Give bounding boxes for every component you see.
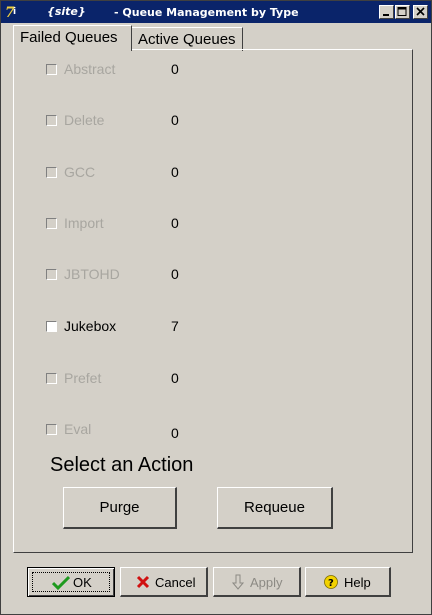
queue-count: 7: [171, 318, 179, 334]
ok-button[interactable]: OK: [27, 567, 115, 597]
close-icon: [416, 7, 425, 16]
queue-label: JBTOHD: [64, 266, 120, 282]
queue-label: Import: [64, 215, 104, 231]
queue-count: 0: [171, 215, 179, 231]
cancel-label: Cancel: [155, 575, 196, 590]
jukebox-checkbox[interactable]: [46, 321, 57, 332]
queue-row-prefet: Prefet 0: [46, 370, 196, 390]
queue-row-eval: Eval 0: [46, 421, 196, 441]
abstract-checkbox[interactable]: [46, 64, 57, 75]
maximize-icon: [397, 7, 407, 16]
minimize-icon: [383, 14, 389, 16]
queue-label: Jukebox: [64, 318, 117, 334]
queue-row-import: Import 0: [46, 215, 196, 235]
queue-row-abstract: Abstract 0: [46, 61, 196, 81]
tab-active-queues-label: Active Queues: [138, 31, 236, 48]
queue-row-jbtohd: JBTOHD 0: [46, 266, 196, 286]
tab-active-queues[interactable]: Active Queues: [132, 27, 243, 51]
queue-count: 0: [171, 425, 179, 441]
maximize-button[interactable]: [395, 5, 410, 19]
checkmark-icon: [52, 575, 70, 590]
prefet-checkbox[interactable]: [46, 373, 57, 384]
svg-text:i: i: [13, 7, 16, 17]
import-checkbox[interactable]: [46, 218, 57, 229]
jbtohd-checkbox[interactable]: [46, 269, 57, 280]
cancel-x-icon: [136, 575, 150, 589]
purge-button[interactable]: Purge: [63, 487, 177, 529]
delete-checkbox[interactable]: [46, 115, 57, 126]
queue-row-gcc: GCC 0: [46, 164, 196, 184]
window-title: - Queue Management by Type: [114, 6, 299, 19]
queue-label: Delete: [64, 112, 105, 128]
apply-button[interactable]: Apply: [213, 567, 301, 597]
tab-failed-queues[interactable]: Failed Queues: [13, 25, 132, 51]
minimize-button[interactable]: [379, 5, 394, 19]
title-bar[interactable]: 7 i {site} - Queue Management by Type: [1, 1, 431, 23]
tab-failed-queues-label: Failed Queues: [20, 29, 118, 46]
queue-count: 0: [171, 164, 179, 180]
requeue-button[interactable]: Requeue: [217, 487, 333, 529]
action-heading: Select an Action: [50, 454, 194, 476]
apply-arrow-icon: [232, 574, 244, 590]
failed-queues-panel: Abstract 0 Delete 0 GCC 0 Import 0 JBTOH…: [13, 49, 413, 553]
queue-label: Abstract: [64, 61, 116, 77]
gcc-checkbox[interactable]: [46, 167, 57, 178]
site-name: {site}: [47, 5, 86, 18]
help-question-icon: ?: [324, 575, 338, 589]
help-label: Help: [344, 575, 371, 590]
queue-row-delete: Delete 0: [46, 112, 196, 132]
queue-row-jukebox: Jukebox 7: [46, 318, 196, 338]
svg-text:?: ?: [328, 578, 334, 589]
eval-checkbox[interactable]: [46, 424, 57, 435]
ok-label: OK: [73, 575, 92, 590]
queue-label: GCC: [64, 164, 96, 180]
queue-label: Prefet: [64, 370, 102, 386]
dialog-window: 7 i {site} - Queue Management by Type Fa…: [0, 0, 432, 615]
app-logo-icon: 7 i: [4, 4, 20, 20]
cancel-button[interactable]: Cancel: [120, 567, 208, 597]
queue-count: 0: [171, 266, 179, 282]
queue-count: 0: [171, 61, 179, 77]
help-button[interactable]: ? Help: [305, 567, 391, 597]
close-button[interactable]: [413, 5, 428, 19]
focus-rectangle: [32, 572, 110, 592]
queue-count: 0: [171, 112, 179, 128]
queue-label: Eval: [64, 421, 92, 437]
queue-count: 0: [171, 370, 179, 386]
apply-label: Apply: [250, 575, 283, 590]
